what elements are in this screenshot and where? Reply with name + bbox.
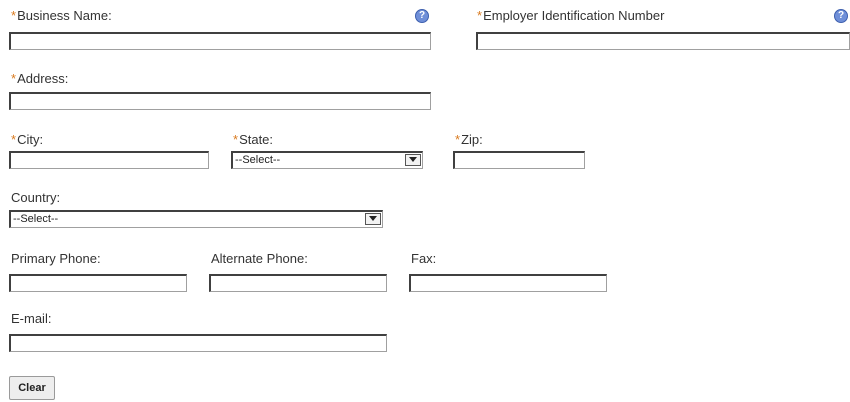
- business-name-input[interactable]: [9, 32, 431, 50]
- country-select[interactable]: --Select--: [9, 210, 383, 228]
- address-label: *Address:: [11, 71, 68, 86]
- help-icon[interactable]: ?: [415, 9, 429, 23]
- state-select[interactable]: --Select--: [231, 151, 423, 169]
- ein-label: *Employer Identification Number: [477, 8, 664, 23]
- required-marker: *: [11, 71, 17, 86]
- address-input[interactable]: [9, 92, 431, 110]
- state-select-value: --Select--: [235, 154, 281, 166]
- required-marker: *: [11, 8, 17, 23]
- alternate-phone-input[interactable]: [209, 274, 387, 292]
- ein-input[interactable]: [476, 32, 850, 50]
- chevron-down-icon[interactable]: [405, 154, 421, 166]
- state-label-text: State:: [239, 132, 274, 147]
- zip-input[interactable]: [453, 151, 585, 169]
- zip-label: *Zip:: [455, 132, 483, 147]
- required-marker: *: [455, 132, 461, 147]
- clear-button[interactable]: Clear: [9, 376, 55, 400]
- primary-phone-label: Primary Phone:: [11, 251, 101, 266]
- zip-label-text: Zip:: [461, 132, 483, 147]
- city-input[interactable]: [9, 151, 209, 169]
- fax-input[interactable]: [409, 274, 607, 292]
- primary-phone-input[interactable]: [9, 274, 187, 292]
- city-label: *City:: [11, 132, 43, 147]
- business-name-label-text: Business Name:: [17, 8, 112, 23]
- help-glyph: ?: [837, 10, 845, 21]
- email-label: E-mail:: [11, 311, 52, 326]
- required-marker: *: [477, 8, 483, 23]
- country-select-value: --Select--: [13, 213, 59, 225]
- fax-label: Fax:: [411, 251, 437, 266]
- address-label-text: Address:: [17, 71, 69, 86]
- state-label: *State:: [233, 132, 273, 147]
- country-label: Country:: [11, 190, 61, 205]
- required-marker: *: [233, 132, 239, 147]
- help-icon[interactable]: ?: [834, 9, 848, 23]
- business-name-label: *Business Name:: [11, 8, 112, 23]
- email-input[interactable]: [9, 334, 387, 352]
- alternate-phone-label: Alternate Phone:: [211, 251, 308, 266]
- city-label-text: City:: [17, 132, 44, 147]
- help-glyph: ?: [418, 10, 426, 21]
- chevron-down-icon[interactable]: [365, 213, 381, 225]
- ein-label-text: Employer Identification Number: [483, 8, 665, 23]
- required-marker: *: [11, 132, 17, 147]
